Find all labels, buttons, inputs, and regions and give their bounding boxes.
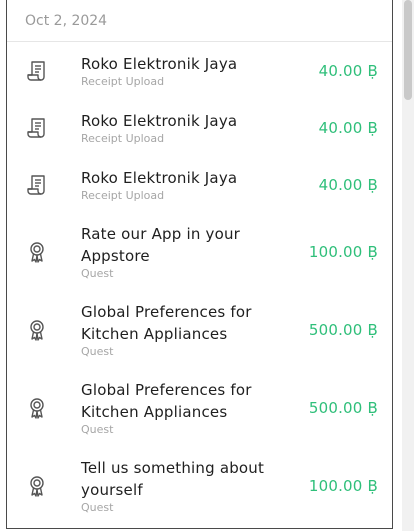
item-amount: 100.00 Ḅ: [308, 243, 378, 261]
item-subtitle: Quest: [81, 345, 114, 358]
item-title: Roko Elektronik Jaya: [81, 168, 238, 187]
date-header: Oct 2, 2024: [7, 0, 392, 42]
item-subtitle: Receipt Upload: [81, 188, 165, 202]
transaction-list: Roko Elektronik Jaya Receipt Upload 40.0…: [7, 42, 392, 525]
transaction-item[interactable]: Roko Elektronik Jaya Receipt Upload 40.0…: [7, 42, 392, 99]
item-subtitle: Receipt Upload: [81, 131, 165, 145]
award-icon: [25, 474, 49, 498]
transaction-list-panel: Oct 2, 2024 Roko Elektronik Jaya Receipt…: [6, 0, 393, 529]
item-amount: 500.00 Ḅ: [308, 321, 378, 339]
transaction-item[interactable]: Roko Elektronik Jaya Receipt Upload 40.0…: [7, 156, 392, 213]
item-title: Tell us something about yourself: [81, 459, 265, 499]
item-subtitle: Quest: [81, 501, 114, 514]
item-title: Global Preferences for Kitchen Appliance…: [81, 303, 252, 343]
item-amount: 100.00 Ḅ: [308, 477, 378, 495]
transaction-item[interactable]: Global Preferences for Kitchen Appliance…: [7, 291, 392, 369]
item-amount: 40.00 Ḅ: [318, 118, 378, 137]
item-title: Rate our App in your Appstore: [81, 225, 241, 265]
transaction-item[interactable]: Tell us something about yourself Quest 1…: [7, 447, 392, 525]
scrollbar-thumb[interactable]: [404, 0, 412, 100]
item-title: Roko Elektronik Jaya: [81, 54, 238, 73]
receipt-icon: [25, 59, 49, 83]
award-icon: [25, 318, 49, 342]
item-amount: 40.00 Ḅ: [318, 175, 378, 194]
item-subtitle: Receipt Upload: [81, 74, 165, 88]
receipt-icon: [25, 116, 49, 140]
item-amount: 40.00 Ḅ: [318, 61, 378, 80]
item-subtitle: Quest: [81, 267, 114, 280]
receipt-icon: [25, 173, 49, 197]
transaction-item[interactable]: Rate our App in your Appstore Quest 100.…: [7, 213, 392, 291]
item-title: Global Preferences for Kitchen Appliance…: [81, 381, 252, 421]
award-icon: [25, 240, 49, 264]
item-title: Roko Elektronik Jaya: [81, 111, 238, 130]
item-amount: 500.00 Ḅ: [308, 399, 378, 417]
award-icon: [25, 396, 49, 420]
transaction-item[interactable]: Roko Elektronik Jaya Receipt Upload 40.0…: [7, 99, 392, 156]
item-subtitle: Quest: [81, 423, 114, 436]
transaction-item[interactable]: Global Preferences for Kitchen Appliance…: [7, 369, 392, 447]
